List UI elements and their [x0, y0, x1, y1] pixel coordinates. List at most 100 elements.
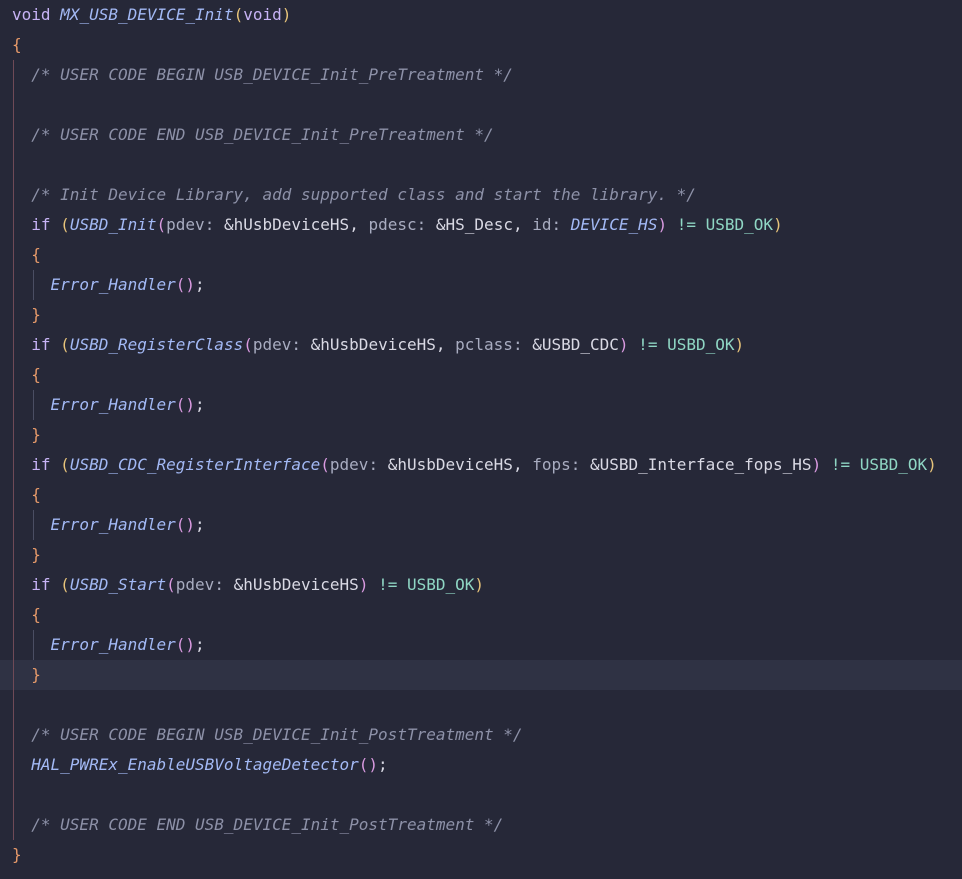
code-token: () [175, 515, 196, 534]
code-token: /* USER CODE END USB_DEVICE_Init_PreTrea… [12, 125, 494, 144]
code-token: } [12, 305, 41, 324]
code-token: &USBD_CDC [532, 335, 619, 354]
code-token: USBD_OK [859, 455, 928, 474]
code-line[interactable]: Error_Handler(); [0, 510, 962, 540]
code-token: &hUsbDeviceHS [310, 335, 436, 354]
code-token: } [12, 665, 41, 684]
code-token: ; [195, 395, 205, 414]
code-token: ( [60, 455, 70, 474]
code-text: } [12, 540, 41, 570]
code-line[interactable]: { [0, 360, 962, 390]
code-token: pdev: [252, 335, 311, 354]
code-line[interactable]: Error_Handler(); [0, 630, 962, 660]
code-token: ) [773, 215, 783, 234]
code-line[interactable]: } [0, 300, 962, 330]
code-text: { [12, 480, 41, 510]
code-line[interactable]: { [0, 30, 962, 60]
code-line[interactable]: Error_Handler(); [0, 390, 962, 420]
code-token: Error_Handler [12, 515, 176, 534]
code-token: ( [60, 215, 70, 234]
code-token: , [512, 215, 533, 234]
code-text: if (USBD_RegisterClass(pdev: &hUsbDevice… [12, 330, 744, 360]
indent-guide [13, 90, 14, 120]
code-token: ) [358, 575, 369, 594]
code-token: /* USER CODE BEGIN USB_DEVICE_Init_PostT… [12, 725, 523, 744]
code-token: ( [320, 455, 330, 474]
code-text: } [12, 660, 41, 690]
code-line[interactable]: /* USER CODE END USB_DEVICE_Init_PostTre… [0, 810, 962, 840]
code-text: if (USBD_Start(pdev: &hUsbDeviceHS) != U… [12, 570, 484, 600]
code-token: ; [195, 515, 205, 534]
code-token: ( [233, 5, 244, 24]
code-text: } [12, 420, 41, 450]
code-line[interactable] [0, 150, 962, 180]
code-line[interactable]: { [0, 600, 962, 630]
code-token: ; [378, 755, 388, 774]
code-token: /* Init Device Library, add supported cl… [12, 185, 696, 204]
code-token: != [368, 575, 407, 594]
code-token: != [628, 335, 668, 354]
code-token: () [175, 275, 196, 294]
code-text: /* USER CODE BEGIN USB_DEVICE_Init_PostT… [12, 720, 523, 750]
code-token: USBD_Init [69, 215, 157, 234]
code-token: ( [243, 335, 253, 354]
code-token: pclass: [455, 335, 533, 354]
code-token: void [12, 5, 61, 24]
code-line[interactable] [0, 90, 962, 120]
code-line[interactable]: } [0, 420, 962, 450]
code-token: ; [195, 275, 205, 294]
code-line[interactable] [0, 780, 962, 810]
code-text: /* USER CODE END USB_DEVICE_Init_PostTre… [12, 810, 503, 840]
code-token: &hUsbDeviceHS [223, 215, 350, 234]
indent-guide [13, 690, 14, 720]
code-token: , [435, 335, 456, 354]
code-token: id: [532, 215, 571, 234]
code-token: != [667, 215, 706, 234]
code-line[interactable]: } [0, 840, 962, 870]
code-token: if [12, 575, 61, 594]
code-text: Error_Handler(); [12, 630, 205, 660]
code-line[interactable]: /* USER CODE END USB_DEVICE_Init_PreTrea… [0, 120, 962, 150]
code-text: } [12, 840, 22, 870]
code-text: Error_Handler(); [12, 390, 205, 420]
code-text: { [12, 30, 22, 60]
code-line[interactable]: /* USER CODE BEGIN USB_DEVICE_Init_PostT… [0, 720, 962, 750]
code-token: USBD_OK [406, 575, 475, 594]
code-line[interactable]: { [0, 240, 962, 270]
code-token: USBD_OK [705, 215, 774, 234]
indent-guide [13, 780, 14, 810]
code-token: Error_Handler [12, 275, 176, 294]
code-token: pdev: [166, 215, 224, 234]
code-line[interactable]: { [0, 480, 962, 510]
code-token: , [512, 455, 533, 474]
code-token: &USBD_Interface_fops_HS [590, 455, 812, 474]
code-token: } [12, 545, 41, 564]
code-line[interactable]: void MX_USB_DEVICE_Init(void) [0, 0, 962, 30]
code-text: { [12, 360, 41, 390]
code-editor[interactable]: void MX_USB_DEVICE_Init(void){ /* USER C… [0, 0, 962, 879]
code-token: { [12, 485, 41, 504]
code-line[interactable]: } [0, 660, 962, 690]
code-token: ) [811, 455, 822, 474]
code-token: fops: [532, 455, 590, 474]
code-line[interactable]: if (USBD_Start(pdev: &hUsbDeviceHS) != U… [0, 570, 962, 600]
code-line[interactable]: /* Init Device Library, add supported cl… [0, 180, 962, 210]
code-text: /* USER CODE END USB_DEVICE_Init_PreTrea… [12, 120, 494, 150]
code-token: ) [618, 335, 629, 354]
code-token: } [12, 845, 22, 864]
code-line[interactable]: HAL_PWREx_EnableUSBVoltageDetector(); [0, 750, 962, 780]
code-line[interactable]: if (USBD_Init(pdev: &hUsbDeviceHS, pdesc… [0, 210, 962, 240]
code-token: if [12, 335, 61, 354]
code-line[interactable]: /* USER CODE BEGIN USB_DEVICE_Init_PreTr… [0, 60, 962, 90]
code-line[interactable]: } [0, 540, 962, 570]
code-token: ( [156, 215, 167, 234]
code-line[interactable] [0, 690, 962, 720]
code-token: USBD_OK [667, 335, 735, 354]
code-token: /* USER CODE END USB_DEVICE_Init_PostTre… [12, 815, 504, 834]
code-token: HAL_PWREx_EnableUSBVoltageDetector [12, 755, 359, 774]
code-text: void MX_USB_DEVICE_Init(void) [12, 0, 291, 30]
code-text: Error_Handler(); [12, 270, 205, 300]
code-line[interactable]: if (USBD_RegisterClass(pdev: &hUsbDevice… [0, 330, 962, 360]
code-line[interactable]: Error_Handler(); [0, 270, 962, 300]
code-line[interactable]: if (USBD_CDC_RegisterInterface(pdev: &hU… [0, 450, 962, 480]
